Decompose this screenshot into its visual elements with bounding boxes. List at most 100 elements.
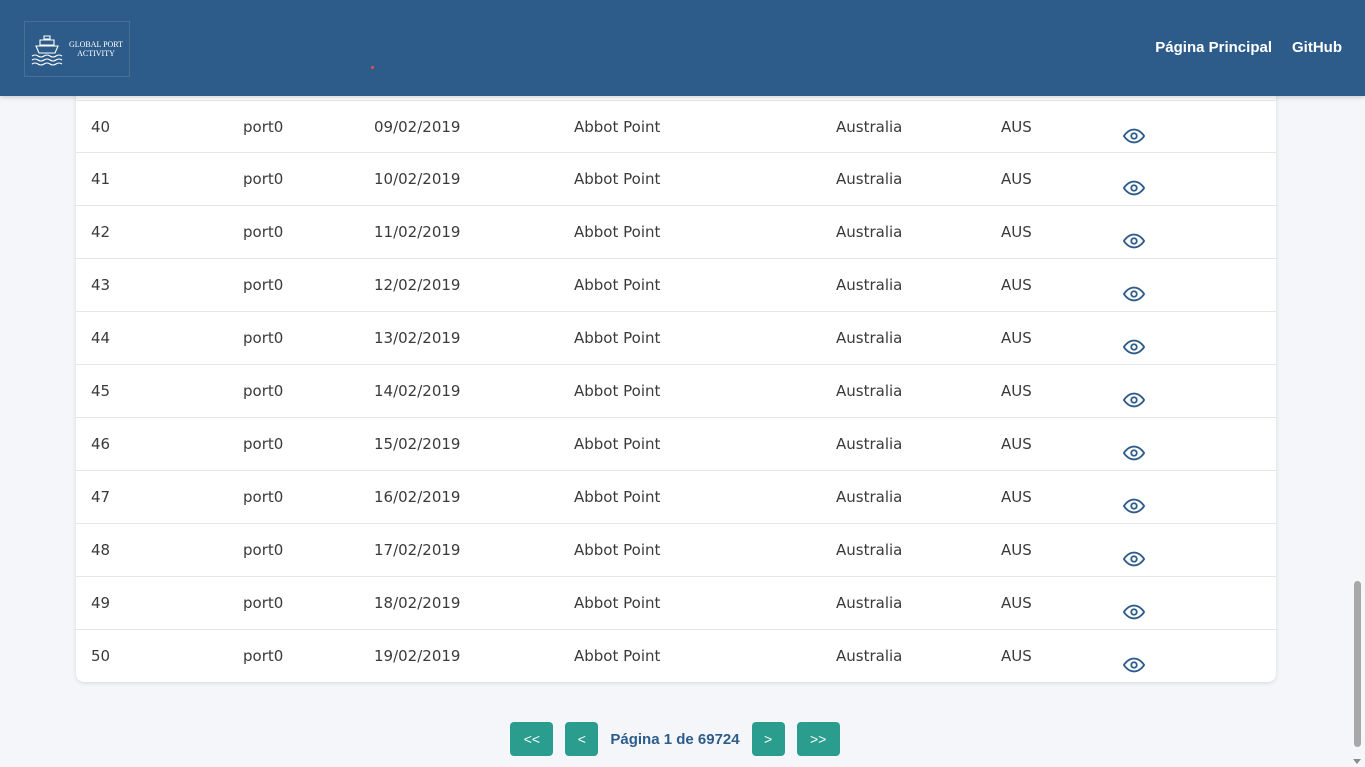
eye-icon[interactable]: [1123, 116, 1145, 144]
navbar: GLOBAL PORT ACTIVITY Página Principal Gi…: [0, 0, 1365, 96]
row-country: Australia: [836, 329, 903, 347]
table-row: 45 port0 14/02/2019 Abbot Point Australia AUS: [76, 365, 1276, 418]
eye-icon[interactable]: [1123, 221, 1145, 249]
row-country: Australia: [836, 647, 903, 665]
logo-text: GLOBAL PORT ACTIVITY: [66, 40, 126, 58]
table-row: 42 port0 11/02/2019 Abbot Point Australia AUS: [76, 206, 1276, 259]
row-iso3: AUS: [1001, 488, 1032, 506]
row-port-code: port0: [243, 541, 284, 559]
row-iso3: AUS: [1001, 647, 1032, 665]
table-row: 49 port0 18/02/2019 Abbot Point Australia AUS: [76, 577, 1276, 630]
eye-icon[interactable]: [1123, 592, 1145, 620]
row-date: 19/02/2019: [374, 647, 461, 665]
row-port-name: Abbot Point: [574, 170, 661, 188]
row-country: Australia: [836, 541, 903, 559]
logo-line-1: GLOBAL PORT: [68, 40, 124, 49]
logo[interactable]: GLOBAL PORT ACTIVITY: [24, 21, 130, 77]
eye-icon[interactable]: [1123, 380, 1145, 408]
row-id: 42: [91, 223, 111, 241]
table-row: 48 port0 17/02/2019 Abbot Point Australia AUS: [76, 524, 1276, 577]
row-id: 45: [91, 382, 111, 400]
last-page-button[interactable]: >>: [796, 722, 840, 756]
row-port-name: Abbot Point: [574, 276, 661, 294]
table-row: 40 port0 09/02/2019 Abbot Point Australia AUS: [76, 100, 1276, 153]
row-iso3: AUS: [1001, 329, 1032, 347]
scroll-down-arrow[interactable]: [1353, 759, 1361, 764]
eye-icon[interactable]: [1123, 539, 1145, 567]
eye-icon[interactable]: [1123, 274, 1145, 302]
row-country: Australia: [836, 382, 903, 400]
row-port-name: Abbot Point: [574, 647, 661, 665]
row-port-code: port0: [243, 276, 284, 294]
row-id: 46: [91, 435, 111, 453]
row-country: Australia: [836, 223, 903, 241]
row-iso3: AUS: [1001, 223, 1032, 241]
row-iso3: AUS: [1001, 594, 1032, 612]
ship-icon: [31, 35, 63, 66]
row-port-code: port0: [243, 382, 284, 400]
row-country: Australia: [836, 276, 903, 294]
row-date: 15/02/2019: [374, 435, 461, 453]
row-port-code: port0: [243, 647, 284, 665]
row-port-name: Abbot Point: [574, 541, 661, 559]
row-port-code: port0: [243, 488, 284, 506]
row-port-name: Abbot Point: [574, 382, 661, 400]
eye-icon[interactable]: [1123, 433, 1145, 461]
row-port-code: port0: [243, 170, 284, 188]
row-iso3: AUS: [1001, 382, 1032, 400]
table-row: 50 port0 19/02/2019 Abbot Point Australia AUS: [76, 630, 1276, 682]
row-port-code: port0: [243, 223, 284, 241]
ports-table: 40 port0 09/02/2019 Abbot Point Australia AUS…: [76, 66, 1276, 682]
row-iso3: AUS: [1001, 276, 1032, 294]
row-date: 14/02/2019: [374, 382, 461, 400]
row-iso3: AUS: [1001, 118, 1032, 136]
row-id: 41: [91, 170, 111, 188]
row-id: 48: [91, 541, 111, 559]
table-row: 47 port0 16/02/2019 Abbot Point Australia AUS: [76, 471, 1276, 524]
nav-link-home[interactable]: Página Principal: [1155, 39, 1272, 56]
row-id: 49: [91, 594, 111, 612]
row-country: Australia: [836, 488, 903, 506]
nav-link-github[interactable]: GitHub: [1292, 39, 1342, 56]
row-port-name: Abbot Point: [574, 329, 661, 347]
row-date: 13/02/2019: [374, 329, 461, 347]
row-id: 47: [91, 488, 111, 506]
eye-icon[interactable]: [1123, 168, 1145, 196]
row-country: Australia: [836, 435, 903, 453]
table-row: 43 port0 12/02/2019 Abbot Point Australia AUS: [76, 259, 1276, 312]
row-port-code: port0: [243, 594, 284, 612]
row-id: 50: [91, 647, 111, 665]
logo-line-2: ACTIVITY: [77, 49, 115, 58]
nav-links: Página Principal GitHub: [1155, 39, 1342, 56]
row-port-name: Abbot Point: [574, 594, 661, 612]
first-page-button[interactable]: <<: [510, 722, 554, 756]
row-date: 18/02/2019: [374, 594, 461, 612]
prev-page-button[interactable]: <: [565, 722, 599, 756]
row-country: Australia: [836, 594, 903, 612]
table-row: 41 port0 10/02/2019 Abbot Point Australia AUS: [76, 153, 1276, 206]
row-iso3: AUS: [1001, 435, 1032, 453]
row-port-name: Abbot Point: [574, 223, 661, 241]
row-port-code: port0: [243, 329, 284, 347]
eye-icon[interactable]: [1123, 486, 1145, 514]
eye-icon[interactable]: [1123, 327, 1145, 355]
row-date: 17/02/2019: [374, 541, 461, 559]
pagination: << < Página 1 de 69724 > >>: [0, 722, 1350, 756]
next-page-button[interactable]: >: [751, 722, 785, 756]
row-port-name: Abbot Point: [574, 435, 661, 453]
page-info: Página 1 de 69724: [610, 730, 740, 748]
row-port-name: Abbot Point: [574, 488, 661, 506]
row-date: 11/02/2019: [374, 223, 461, 241]
scrollbar-thumb[interactable]: [1354, 581, 1361, 747]
row-port-code: port0: [243, 118, 284, 136]
scrollbar[interactable]: [1350, 96, 1365, 767]
eye-icon[interactable]: [1123, 645, 1145, 673]
row-port-name: Abbot Point: [574, 118, 661, 136]
row-iso3: AUS: [1001, 170, 1032, 188]
table-row: 44 port0 13/02/2019 Abbot Point Australia AUS: [76, 312, 1276, 365]
row-port-code: port0: [243, 435, 284, 453]
row-date: 16/02/2019: [374, 488, 461, 506]
row-id: 43: [91, 276, 111, 294]
row-date: 12/02/2019: [374, 276, 461, 294]
row-date: 09/02/2019: [374, 118, 461, 136]
